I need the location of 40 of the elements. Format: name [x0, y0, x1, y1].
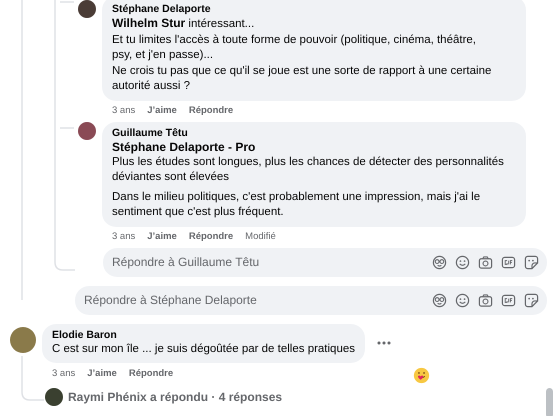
action-link[interactable]: J’aime: [147, 231, 177, 242]
reply-composer[interactable]: Répondre à Stéphane Delaporte: [75, 286, 547, 314]
camera-icon[interactable]: [478, 292, 493, 308]
action-link[interactable]: Répondre: [188, 105, 234, 116]
comment-text: Dans le milieu politiques, c'est probablement une impression, mais j'ai le sentiment que c'est plus fréquent.: [112, 190, 482, 220]
sticker-icon[interactable]: [524, 292, 539, 308]
reply-heading: Stéphane Delaporte - Pro: [112, 140, 256, 154]
reply-input-field[interactable]: Répondre à Guillaume Têtu: [112, 255, 432, 269]
thread-line: [21, 356, 44, 401]
comment-text: Plus les études sont longues, plus les chances de détecter des personnalités déviantes sont élevées: [112, 154, 505, 185]
hug-emoji-icon[interactable]: [413, 366, 430, 384]
sticker-icon[interactable]: [524, 254, 539, 270]
avatar[interactable]: [45, 388, 63, 406]
scrollbar[interactable]: [546, 388, 553, 416]
timestamp[interactable]: 3 ans: [52, 368, 76, 378]
more-options-icon[interactable]: [377, 341, 391, 346]
camera-icon[interactable]: [478, 254, 493, 270]
comment-text: C est sur mon île ... je suis dégoûtée par de telles pratiques: [52, 342, 355, 356]
avatar-sticker-icon[interactable]: [432, 254, 447, 270]
comment-text: Wilhelm Stur intéressant... Et tu limites l'accès à toute forme de pouvoir (politique, cinéma, théâtre, psy, et j'en passe)... Ne crois tu pas que ce qu'il se joue est une sorte de rapport à une certaine autorité aussi ?: [112, 16, 492, 94]
gif-icon[interactable]: [501, 292, 516, 308]
timestamp[interactable]: 3 ans: [112, 105, 136, 116]
action-link[interactable]: Répondre: [188, 231, 234, 242]
reply-composer[interactable]: Répondre à Guillaume Têtu: [103, 248, 547, 276]
action-link[interactable]: Répondre: [128, 368, 174, 378]
emoji-icon[interactable]: [455, 254, 470, 270]
reply-input-field[interactable]: Répondre à Stéphane Delaporte: [84, 293, 432, 307]
action-link[interactable]: J’aime: [87, 368, 117, 378]
timestamp[interactable]: 3 ans: [112, 231, 136, 242]
view-replies-link[interactable]: Raymi Phénix a répondu · 4 réponses: [68, 390, 282, 404]
author-name[interactable]: Elodie Baron: [52, 328, 355, 342]
emoji-icon[interactable]: [455, 292, 470, 308]
edited-label: Modifié: [245, 231, 276, 242]
action-link[interactable]: J’aime: [147, 105, 177, 116]
avatar-sticker-icon[interactable]: [432, 292, 447, 308]
avatar[interactable]: [78, 0, 96, 18]
avatar[interactable]: [78, 122, 96, 140]
author-name[interactable]: Guillaume Têtu: [112, 126, 516, 140]
author-name[interactable]: Stéphane Delaporte: [112, 2, 516, 16]
gif-icon[interactable]: [501, 254, 516, 270]
